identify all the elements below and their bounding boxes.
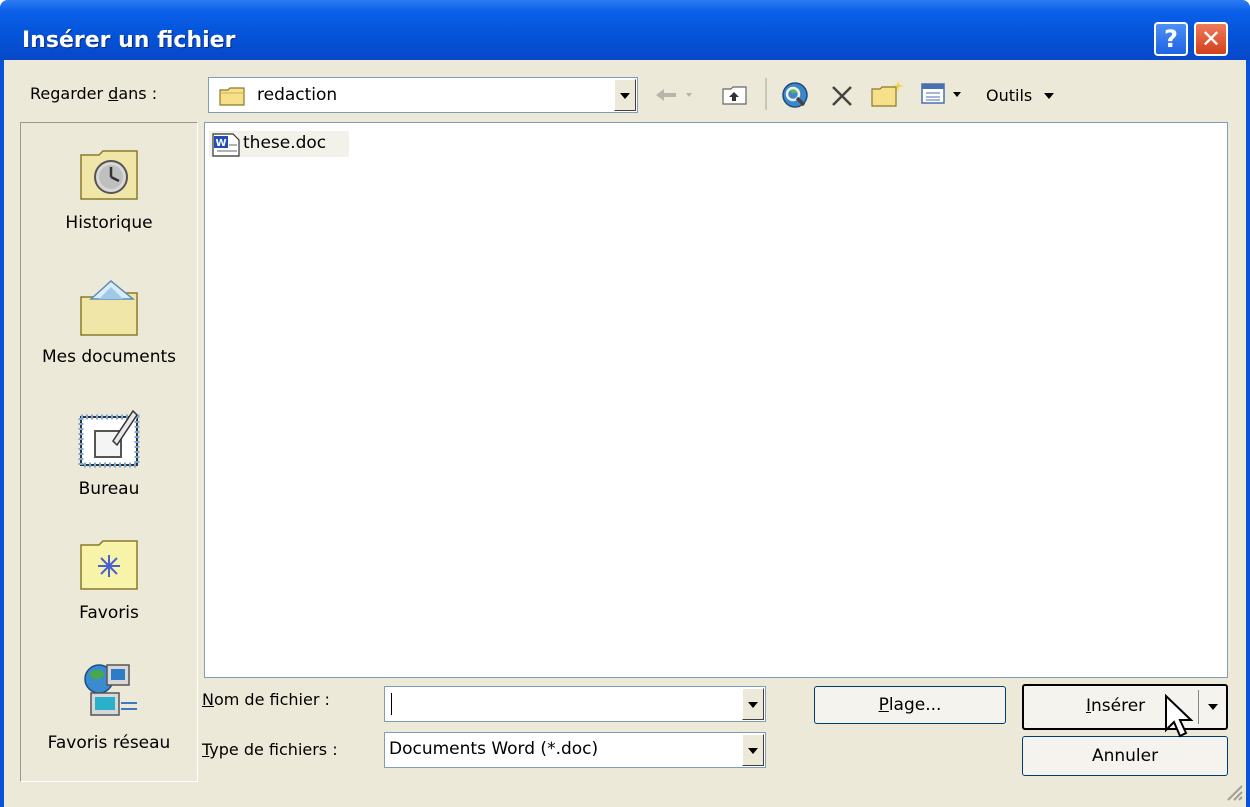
folder-icon bbox=[219, 87, 245, 106]
place-label: Favoris réseau bbox=[47, 733, 171, 753]
insert-dropdown-arrow-icon[interactable] bbox=[1206, 702, 1220, 712]
text-caret bbox=[391, 693, 392, 715]
insert-button-label: Insérer bbox=[1086, 696, 1145, 716]
dialog-title: Insérer un fichier bbox=[22, 28, 236, 53]
filetype-value: Documents Word (*.doc) bbox=[389, 739, 599, 759]
place-network-favorites[interactable]: Favoris réseau bbox=[21, 659, 197, 753]
filename-input[interactable] bbox=[384, 686, 766, 722]
filetype-select[interactable]: Documents Word (*.doc) bbox=[384, 732, 766, 768]
place-favorites[interactable]: Favoris bbox=[21, 537, 197, 623]
look-in-label-rest: ans : bbox=[118, 84, 158, 103]
filetype-label: Type de fichiers : bbox=[202, 740, 338, 759]
look-in-label-text: Regarder bbox=[30, 84, 109, 103]
place-label: Bureau bbox=[78, 479, 140, 499]
place-history[interactable]: Historique bbox=[21, 147, 197, 233]
my-documents-icon bbox=[80, 280, 138, 336]
tools-menu[interactable]: Outils bbox=[986, 86, 1032, 105]
current-folder-name: redaction bbox=[257, 85, 338, 105]
desktop-icon bbox=[78, 409, 140, 468]
word-document-icon: W bbox=[212, 133, 240, 157]
history-icon bbox=[80, 150, 138, 200]
filetype-label-text: ype de fichiers : bbox=[209, 740, 338, 759]
filename-label: Nom de fichier : bbox=[202, 690, 330, 709]
file-list[interactable]: W these.doc bbox=[204, 122, 1228, 678]
views-icon[interactable] bbox=[920, 82, 964, 106]
look-in-label: Regarder dans : bbox=[30, 84, 157, 103]
filename-label-text: om de fichier : bbox=[213, 690, 330, 709]
place-desktop[interactable]: Bureau bbox=[21, 407, 197, 499]
look-in-dropdown-arrow[interactable] bbox=[614, 79, 636, 111]
search-web-icon[interactable] bbox=[780, 80, 810, 110]
file-item[interactable]: W these.doc bbox=[209, 131, 349, 157]
filetype-dropdown-arrow[interactable] bbox=[742, 734, 764, 766]
insert-button[interactable]: Insérer bbox=[1022, 684, 1228, 730]
help-button[interactable]: ? bbox=[1154, 22, 1188, 56]
new-folder-icon[interactable] bbox=[870, 78, 906, 108]
tools-dropdown-arrow-icon[interactable] bbox=[1042, 91, 1056, 101]
title-bar[interactable]: Insérer un fichier ? ✕ bbox=[0, 0, 1250, 60]
delete-icon[interactable] bbox=[830, 84, 854, 108]
favorites-icon bbox=[80, 540, 138, 590]
look-in-label-accel: d bbox=[108, 84, 119, 103]
back-icon[interactable] bbox=[654, 86, 696, 104]
place-label: Mes documents bbox=[41, 347, 177, 367]
range-button[interactable]: Plage... bbox=[814, 686, 1006, 724]
up-folder-icon[interactable] bbox=[722, 84, 748, 106]
place-my-documents[interactable]: Mes documents bbox=[21, 277, 197, 367]
range-button-accel: P bbox=[878, 695, 889, 715]
resize-grip-icon[interactable] bbox=[1222, 780, 1244, 802]
filename-label-accel: N bbox=[202, 690, 214, 709]
places-bar: Historique Mes documents Bureau Favoris … bbox=[20, 122, 198, 782]
mouse-cursor-icon bbox=[1165, 694, 1194, 738]
range-button-label: lage... bbox=[888, 695, 942, 715]
close-button[interactable]: ✕ bbox=[1194, 22, 1228, 56]
file-name: these.doc bbox=[243, 133, 327, 153]
look-in-dropdown[interactable]: redaction bbox=[208, 77, 638, 113]
cancel-button[interactable]: Annuler bbox=[1022, 736, 1228, 776]
insert-button-text: nsérer bbox=[1091, 696, 1146, 716]
place-label: Favoris bbox=[79, 603, 139, 623]
filename-dropdown-arrow[interactable] bbox=[742, 688, 764, 720]
place-label: Historique bbox=[65, 213, 153, 233]
insert-split-divider bbox=[1198, 690, 1199, 724]
close-icon: ✕ bbox=[1200, 25, 1222, 53]
dialog-window: Insérer un fichier ? ✕ Regarder dans : r… bbox=[0, 0, 1250, 807]
toolbar-separator bbox=[765, 78, 767, 110]
network-favorites-icon bbox=[84, 664, 137, 716]
help-icon: ? bbox=[1164, 25, 1178, 53]
svg-text:W: W bbox=[216, 138, 227, 149]
